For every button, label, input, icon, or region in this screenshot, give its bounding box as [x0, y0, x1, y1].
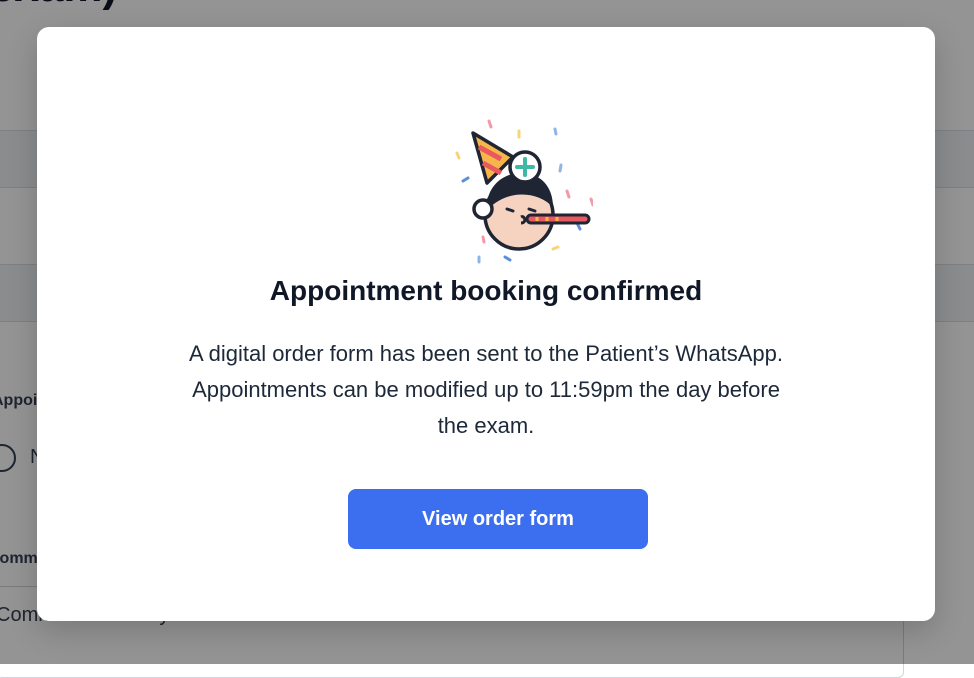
- view-order-form-button[interactable]: View order form: [348, 489, 648, 549]
- confirmation-modal: Appointment booking confirmed A digital …: [37, 27, 935, 621]
- party-doctor-icon: [455, 119, 593, 264]
- modal-title: Appointment booking confirmed: [269, 275, 703, 306]
- modal-body-line: Appointments can be modified up to 11:59…: [192, 377, 780, 402]
- modal-body: A digital order form has been sent to th…: [137, 336, 835, 444]
- modal-body-line: A digital order form has been sent to th…: [189, 341, 783, 366]
- modal-body-line: the exam.: [437, 413, 535, 438]
